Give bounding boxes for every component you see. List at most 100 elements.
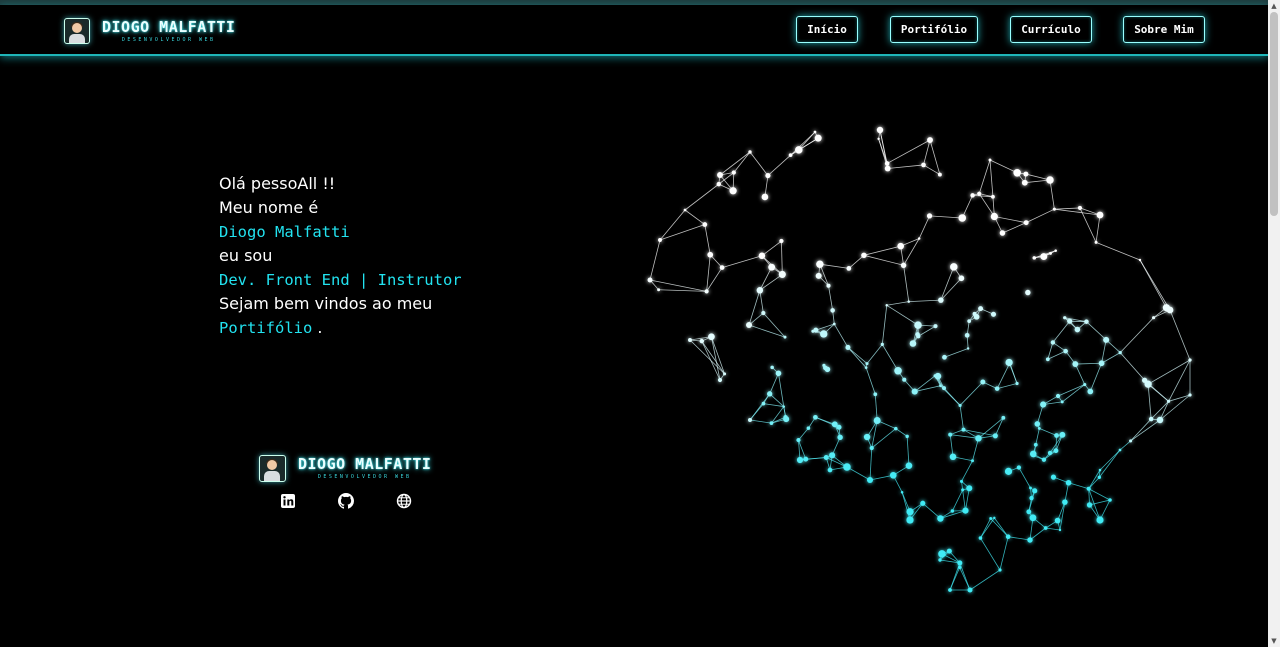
brain-node [964,332,970,338]
site-header: DIOGO MALFATTI DESENVOLVEDOR WEB Início … [0,5,1268,56]
brain-node [716,181,722,187]
brain-link [863,254,904,266]
brain-node [1046,176,1054,184]
brain-link [1095,214,1101,243]
brain-link [1026,208,1055,224]
brain-node [795,146,803,154]
brain-node [1062,499,1068,505]
brain-node [1023,220,1029,226]
brain-link [781,241,783,275]
brain-node [927,137,933,143]
brain-link [1089,363,1102,392]
brain-node [902,377,907,382]
brain-node [905,462,913,469]
brain-link [1159,394,1191,421]
brain-link [980,518,992,539]
brain-link [949,434,954,457]
brain-node [723,372,727,376]
brain-node [873,417,881,425]
brain-link [748,290,761,326]
brain-node [941,386,946,391]
brain-node [820,330,828,338]
brain-node [863,433,871,441]
brain-link [649,239,661,281]
brain-node [911,388,918,395]
github-icon[interactable] [338,493,354,509]
brain-node [900,262,907,269]
brain-node [783,335,787,339]
brain-link [922,502,941,519]
brain-node [765,173,771,179]
brain-node [843,463,851,471]
brain-node [767,391,773,397]
brain-node [980,379,986,385]
scroll-up-arrow-icon[interactable]: ▲ [1268,0,1280,12]
brain-node [1053,448,1059,454]
brain-node [1001,415,1006,420]
brain-link [1049,179,1055,210]
brain-node [957,560,963,566]
brain-node [909,340,917,347]
nav-sobre-mim-button[interactable]: Sobre Mim [1123,16,1205,43]
brain-node [971,459,974,463]
brain-node [894,426,898,431]
brain-link [1029,527,1046,541]
brain-node [993,516,996,520]
brain-link [989,159,994,197]
brain-link [996,362,1011,389]
brain-link [1101,339,1107,364]
brain-node [950,509,955,513]
brain-link [886,139,931,164]
scrollbar[interactable]: ▲ ▼ [1268,0,1280,647]
brain-node [1067,318,1073,324]
linkedin-icon[interactable] [280,493,296,509]
period: . [312,318,323,337]
brain-node [729,187,737,195]
brain-node [688,338,692,342]
brain-node [1034,421,1041,427]
brain-link [961,460,973,482]
brain-node [946,548,952,554]
brain-node [1029,486,1032,490]
nav-inicio-button[interactable]: Início [796,16,858,43]
nav-portifolio-button[interactable]: Portifólio [890,16,978,43]
scroll-down-arrow-icon[interactable]: ▼ [1268,635,1280,647]
brain-link [759,290,764,314]
brain-node [1043,526,1048,530]
globe-icon[interactable] [396,493,412,509]
brain-node [1027,537,1033,543]
brain-node [717,377,723,383]
author-role: Dev. Front End | Instrutor [219,271,462,289]
brain-node [877,137,880,141]
brain-link [863,245,901,256]
brain-node [775,370,782,377]
brain-node [959,479,964,483]
nav-curriculo-button[interactable]: Currículo [1010,16,1092,43]
brain-node [1063,316,1067,320]
brain-link [886,304,919,326]
brain-node [657,288,661,292]
brain-link [759,274,783,291]
brain-node [1096,211,1104,219]
footer-logo[interactable]: DIOGO MALFATTI DESENVOLVEDOR WEB [259,454,431,482]
brain-node [1050,474,1057,480]
brain-link [749,151,769,176]
brain-link [798,427,809,441]
brain-node [702,222,708,227]
header-logo[interactable]: DIOGO MALFATTI DESENVOLVEDOR WEB [64,17,235,45]
portfolio-link[interactable]: Portifólio [219,319,312,337]
brain-link [1068,482,1089,490]
brain-node [683,208,687,212]
brain-node [1083,382,1087,387]
brain-link [887,164,924,169]
brain-link [1101,352,1121,364]
brain-link [980,537,1001,571]
brain-node [958,565,962,570]
brain-node [884,165,891,172]
scroll-thumb[interactable] [1270,12,1278,216]
brand-name: DIOGO MALFATTI [102,17,236,36]
brain-node [989,517,993,520]
brain-link [881,344,899,371]
brain-node [756,287,764,294]
brain-link [1088,469,1101,489]
